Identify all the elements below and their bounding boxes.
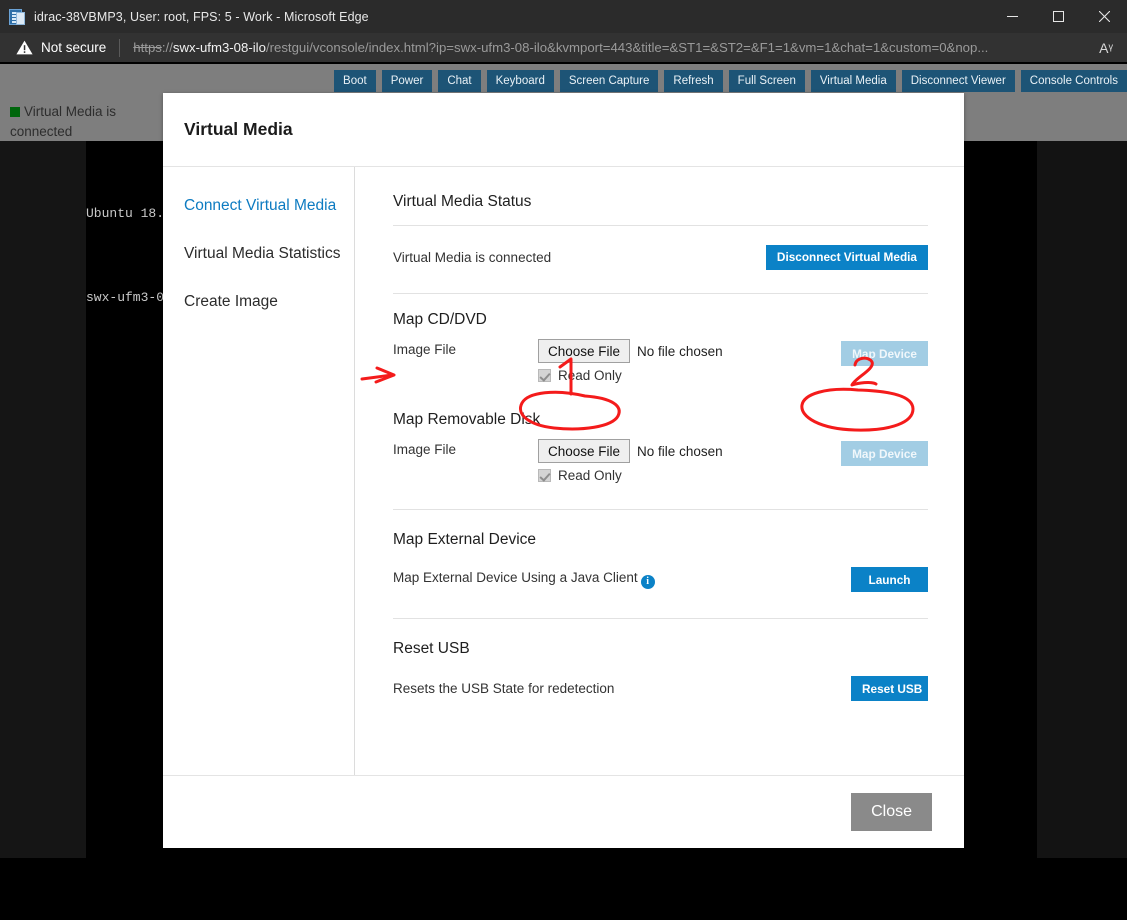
map-removable-read-only-checkbox[interactable] [538, 469, 551, 482]
virtual-media-status-message: Virtual Media is connected [393, 250, 551, 265]
virtual-media-status-banner: Virtual Media is connected [10, 102, 160, 142]
section-title-map-cddvd: Map CD/DVD [393, 311, 928, 329]
map-external-description: Map External Device Using a Java Clienti [393, 570, 655, 589]
toolbar-button-boot[interactable]: Boot [334, 70, 376, 92]
toolbar-button-keyboard[interactable]: Keyboard [487, 70, 554, 92]
map-removable-row: Image File Choose File No file chosen Re… [393, 439, 928, 483]
sidebar-item-create-image[interactable]: Create Image [163, 292, 354, 312]
reset-usb-button[interactable]: Reset USB [851, 676, 928, 701]
url-host: swx-ufm3-08-ilo [173, 40, 266, 55]
url-path: /restgui/vconsole/index.html?ip=swx-ufm3… [266, 40, 988, 55]
console-toolbar[interactable]: Boot Power Chat Keyboard Screen Capture … [334, 70, 1127, 92]
dialog-content: Virtual Media Status Virtual Media is co… [355, 167, 964, 775]
toolbar-button-console-controls[interactable]: Console Controls [1021, 70, 1127, 92]
url-text[interactable]: https://swx-ufm3-08-ilo/restgui/vconsole… [133, 40, 1099, 55]
minimize-button[interactable] [989, 0, 1035, 33]
console-background-left [0, 141, 86, 858]
section-title-map-external-device: Map External Device [393, 531, 928, 549]
close-window-button[interactable] [1081, 0, 1127, 33]
dialog-footer: Close [163, 775, 964, 847]
toolbar-button-refresh[interactable]: Refresh [664, 70, 722, 92]
browser-title-bar: idrac-38VBMP3, User: root, FPS: 5 - Work… [0, 0, 1127, 33]
launch-button[interactable]: Launch [851, 567, 928, 592]
map-external-description-text: Map External Device Using a Java Client [393, 570, 638, 585]
toolbar-button-power[interactable]: Power [382, 70, 433, 92]
section-map-removable-disk: Map Removable Disk Image File Choose Fil… [393, 411, 928, 483]
virtual-media-status-row: Virtual Media is connected Disconnect Vi… [393, 243, 928, 271]
url-scheme: https [133, 40, 162, 55]
info-icon[interactable]: i [641, 575, 655, 589]
map-removable-image-file-label: Image File [393, 439, 538, 457]
section-title-reset-usb: Reset USB [393, 640, 928, 658]
virtual-media-status-text: Virtual Media is connected [10, 104, 116, 139]
section-map-cddvd: Map CD/DVD Image File Choose File No fil… [393, 311, 928, 383]
address-divider [119, 39, 120, 57]
toolbar-button-full-screen[interactable]: Full Screen [729, 70, 805, 92]
map-removable-read-only-label: Read Only [558, 468, 622, 483]
map-cddvd-image-file-label: Image File [393, 339, 538, 357]
map-removable-map-device-button[interactable]: Map Device [841, 441, 928, 466]
security-indicator[interactable]: Not secure [16, 40, 106, 55]
toolbar-button-virtual-media[interactable]: Virtual Media [811, 70, 896, 92]
toolbar-button-disconnect-viewer[interactable]: Disconnect Viewer [902, 70, 1015, 92]
vconsole-page: Ubuntu 18.0 swx-ufm3-08 Virtual Media is… [0, 62, 1127, 858]
console-background-right [1037, 141, 1127, 858]
close-dialog-button[interactable]: Close [851, 793, 932, 831]
warning-triangle-icon [16, 40, 33, 55]
map-cddvd-read-only-checkbox[interactable] [538, 369, 551, 382]
map-cddvd-read-only-wrap[interactable]: Read Only [538, 368, 723, 383]
security-label: Not secure [41, 40, 106, 55]
map-external-row: Map External Device Using a Java Clienti… [393, 567, 928, 592]
maximize-button[interactable] [1035, 0, 1081, 33]
divider [393, 509, 928, 510]
dialog-title: Virtual Media [184, 119, 293, 140]
virtual-media-dialog: Virtual Media Connect Virtual Media Virt… [163, 93, 964, 848]
divider [393, 225, 928, 226]
browser-address-bar[interactable]: Not secure https://swx-ufm3-08-ilo/restg… [0, 33, 1127, 62]
section-virtual-media-status: Virtual Media Status Virtual Media is co… [393, 193, 928, 271]
read-aloud-icon[interactable]: Aᵞ [1099, 40, 1113, 56]
map-removable-file-name: No file chosen [637, 444, 723, 459]
sidebar-item-virtual-media-statistics[interactable]: Virtual Media Statistics [163, 244, 354, 264]
edge-page-icon [9, 9, 25, 25]
map-removable-read-only-wrap[interactable]: Read Only [538, 468, 723, 483]
section-reset-usb: Reset USB Resets the USB State for redet… [393, 640, 928, 701]
divider [393, 618, 928, 619]
map-removable-choose-file-button[interactable]: Choose File [538, 439, 630, 463]
dialog-body: Connect Virtual Media Virtual Media Stat… [163, 167, 964, 775]
url-separator: :// [162, 40, 173, 55]
dialog-sidebar: Connect Virtual Media Virtual Media Stat… [163, 167, 355, 775]
reset-usb-row: Resets the USB State for redetection Res… [393, 676, 928, 701]
map-cddvd-choose-file-button[interactable]: Choose File [538, 339, 630, 363]
reset-usb-description: Resets the USB State for redetection [393, 681, 614, 696]
divider [393, 293, 928, 294]
status-indicator-square [10, 107, 20, 117]
sidebar-item-connect-virtual-media[interactable]: Connect Virtual Media [163, 196, 354, 216]
map-cddvd-row: Image File Choose File No file chosen Re… [393, 339, 928, 383]
map-cddvd-file-name: No file chosen [637, 344, 723, 359]
section-title-map-removable-disk: Map Removable Disk [393, 411, 928, 429]
dialog-header: Virtual Media [163, 93, 964, 167]
toolbar-button-screen-capture[interactable]: Screen Capture [560, 70, 659, 92]
toolbar-button-chat[interactable]: Chat [438, 70, 480, 92]
disconnect-virtual-media-button[interactable]: Disconnect Virtual Media [766, 245, 928, 270]
window-controls [989, 0, 1127, 33]
map-cddvd-read-only-label: Read Only [558, 368, 622, 383]
map-cddvd-map-device-button[interactable]: Map Device [841, 341, 928, 366]
window-title: idrac-38VBMP3, User: root, FPS: 5 - Work… [34, 10, 989, 24]
section-map-external-device: Map External Device Map External Device … [393, 531, 928, 592]
section-title-virtual-media-status: Virtual Media Status [393, 193, 928, 211]
